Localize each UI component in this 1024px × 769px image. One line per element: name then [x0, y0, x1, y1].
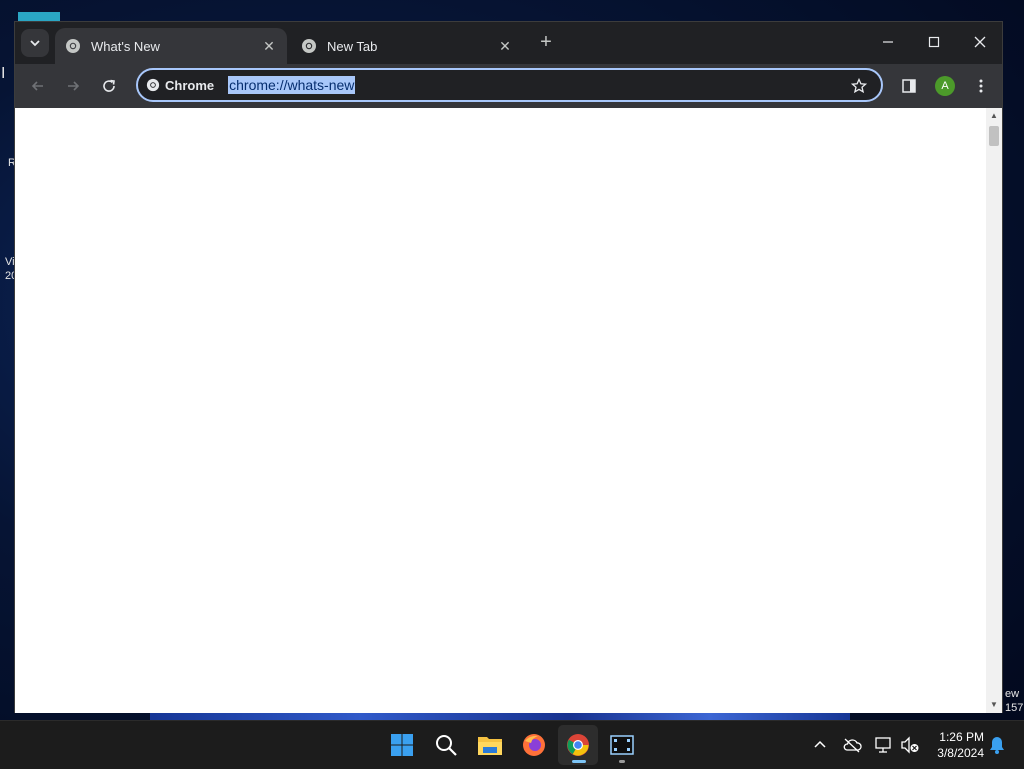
- volume-tray-button[interactable]: [898, 733, 922, 757]
- close-window-button[interactable]: [957, 22, 1003, 62]
- avatar-initial: A: [941, 80, 949, 92]
- media-player-button[interactable]: [602, 725, 642, 765]
- taskbar: 1:26 PM 3/8/2024: [0, 720, 1024, 769]
- chrome-icon: [567, 734, 589, 756]
- side-panel-icon: [902, 79, 916, 93]
- kebab-menu-icon: [979, 79, 983, 93]
- running-app-indicator: [619, 760, 625, 763]
- taskbar-clock[interactable]: 1:26 PM 3/8/2024: [924, 729, 984, 761]
- site-chip[interactable]: Chrome: [146, 78, 214, 93]
- media-player-icon: [610, 735, 634, 755]
- profile-button[interactable]: A: [931, 72, 959, 100]
- maximize-icon: [928, 36, 940, 48]
- clock-time: 1:26 PM: [939, 730, 984, 744]
- network-icon: [875, 737, 891, 753]
- url-text[interactable]: chrome://whats-new: [228, 76, 356, 94]
- desktop-icon-strip: [18, 12, 60, 21]
- windows-start-icon: [391, 734, 413, 756]
- clock-date: 3/8/2024: [937, 746, 984, 760]
- firefox-button[interactable]: [514, 725, 554, 765]
- bookmark-star-button[interactable]: [849, 76, 869, 96]
- chevron-down-icon: [30, 40, 40, 47]
- notifications-button[interactable]: [985, 733, 1009, 757]
- network-tray-button[interactable]: [872, 733, 896, 757]
- chrome-favicon-icon: [302, 39, 316, 53]
- side-panel-button[interactable]: [895, 72, 923, 100]
- tab-search-button[interactable]: [21, 29, 49, 57]
- star-icon: [851, 78, 867, 94]
- desktop-label-fragment: ew: [1005, 688, 1020, 700]
- search-icon: [436, 735, 457, 756]
- cloud-offline-icon: [843, 738, 862, 753]
- volume-muted-icon: [901, 736, 919, 754]
- arrow-left-icon: [31, 81, 43, 91]
- start-button[interactable]: [382, 725, 422, 765]
- reload-button[interactable]: [95, 72, 123, 100]
- chrome-taskbar-button[interactable]: [558, 725, 598, 765]
- show-hidden-icons-button[interactable]: [808, 733, 832, 757]
- reload-icon: [103, 79, 115, 92]
- scroll-up-icon[interactable]: ▲: [989, 112, 999, 120]
- address-bar[interactable]: Chrome chrome://whats-new: [136, 68, 883, 102]
- firefox-icon: [523, 734, 545, 756]
- chrome-logo-icon: [146, 78, 160, 92]
- new-tab-button[interactable]: +: [535, 31, 557, 53]
- chrome-favicon-icon: [66, 39, 80, 53]
- back-button[interactable]: [24, 72, 52, 100]
- bell-icon: [990, 737, 1004, 754]
- close-icon: [974, 36, 986, 48]
- file-explorer-button[interactable]: [470, 725, 510, 765]
- forward-button[interactable]: [59, 72, 87, 100]
- page-content[interactable]: [15, 108, 986, 713]
- tab-strip: What's New ✕ New Tab ✕ +: [15, 22, 1002, 64]
- vertical-scrollbar[interactable]: ▲ ▼: [986, 108, 1002, 713]
- scrollbar-thumb[interactable]: [989, 126, 999, 146]
- arrow-right-icon: [68, 81, 80, 91]
- tab-title: What's New: [91, 38, 160, 54]
- browser-toolbar: Chrome chrome://whats-new A: [15, 64, 1002, 108]
- close-tab-icon[interactable]: ✕: [497, 38, 513, 54]
- chevron-up-icon: [814, 740, 826, 748]
- scroll-down-icon[interactable]: ▼: [989, 701, 999, 709]
- tab-title: New Tab: [327, 38, 378, 54]
- site-chip-label: Chrome: [165, 77, 215, 93]
- tab-new-tab[interactable]: New Tab ✕: [291, 28, 523, 64]
- active-app-indicator: [572, 760, 586, 763]
- folder-icon: [478, 737, 502, 755]
- minimize-icon: [883, 41, 893, 43]
- text-cursor-icon: I: [1, 65, 6, 82]
- close-tab-icon[interactable]: ✕: [261, 38, 277, 54]
- taskbar-search-button[interactable]: [426, 725, 466, 765]
- tab-whats-new[interactable]: What's New ✕: [55, 28, 287, 64]
- url-selection: chrome://whats-new: [228, 76, 356, 94]
- onedrive-tray-button[interactable]: [840, 733, 864, 757]
- minimize-button[interactable]: [865, 22, 911, 62]
- maximize-button[interactable]: [911, 22, 957, 62]
- menu-button[interactable]: [967, 72, 995, 100]
- avatar: A: [935, 76, 955, 96]
- desktop-label-fragment: 157: [1005, 702, 1024, 714]
- browser-window: What's New ✕ New Tab ✕ + Chrome chrome:/…: [14, 21, 1003, 713]
